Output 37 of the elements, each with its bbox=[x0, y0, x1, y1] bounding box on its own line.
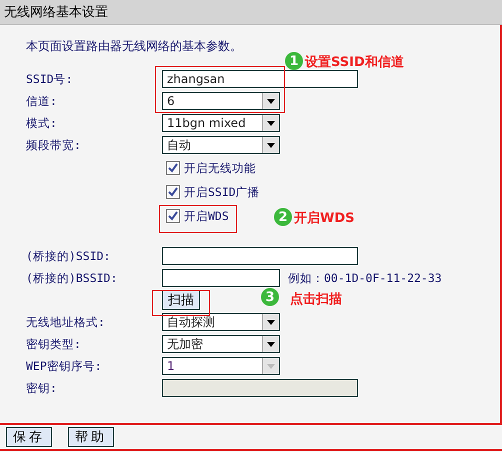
save-button[interactable]: 保存 bbox=[6, 427, 52, 447]
step-badge: 1 bbox=[285, 52, 303, 70]
dropdown[interactable]: 自动探测 bbox=[162, 313, 280, 331]
field-label: 信道: bbox=[26, 94, 58, 108]
help-button[interactable]: 帮助 bbox=[68, 427, 114, 447]
field-label: SSID号: bbox=[26, 72, 74, 86]
step-note: 点击扫描 bbox=[290, 291, 342, 308]
text-field[interactable] bbox=[162, 247, 358, 265]
field-label: 频段带宽: bbox=[26, 138, 82, 152]
text-field[interactable]: zhangsan bbox=[162, 70, 358, 88]
field-label: (桥接的)SSID: bbox=[26, 248, 112, 264]
checkbox[interactable] bbox=[166, 185, 180, 199]
text-field[interactable] bbox=[162, 269, 280, 287]
field-label: 模式: bbox=[26, 116, 58, 130]
checkbox-label: 开启WDS bbox=[184, 208, 229, 224]
scan-button[interactable]: 扫描 bbox=[162, 290, 200, 310]
field-label: (桥接的)BSSID: bbox=[26, 270, 118, 286]
step-note: 设置SSID和信道 bbox=[305, 54, 404, 71]
dropdown[interactable]: 11bgn mixed bbox=[162, 114, 280, 132]
checkbox[interactable] bbox=[166, 209, 180, 223]
step-badge: 3 bbox=[261, 288, 279, 306]
hint-text: 例如：00-1D-0F-11-22-33 bbox=[288, 270, 442, 286]
field-label: 密钥类型: bbox=[26, 336, 82, 352]
checkbox[interactable] bbox=[166, 161, 180, 175]
field-label: WEP密钥序号: bbox=[26, 358, 103, 374]
field-label: 密钥: bbox=[26, 380, 58, 396]
section-title: 无线网络基本设置 bbox=[0, 0, 502, 25]
checkbox-label: 开启SSID广播 bbox=[184, 184, 260, 200]
intro-text: 本页面设置路由器无线网络的基本参数。 bbox=[26, 38, 243, 55]
dropdown[interactable]: 6 bbox=[162, 92, 280, 110]
step-badge: 2 bbox=[274, 208, 292, 226]
step-note: 开启WDS bbox=[294, 210, 354, 227]
highlight-frame bbox=[152, 290, 210, 316]
checkbox-label: 开启无线功能 bbox=[184, 160, 256, 176]
dropdown[interactable]: 无加密 bbox=[162, 335, 280, 353]
dropdown[interactable]: 自动 bbox=[162, 136, 280, 154]
field-label: 无线地址格式: bbox=[26, 314, 106, 330]
